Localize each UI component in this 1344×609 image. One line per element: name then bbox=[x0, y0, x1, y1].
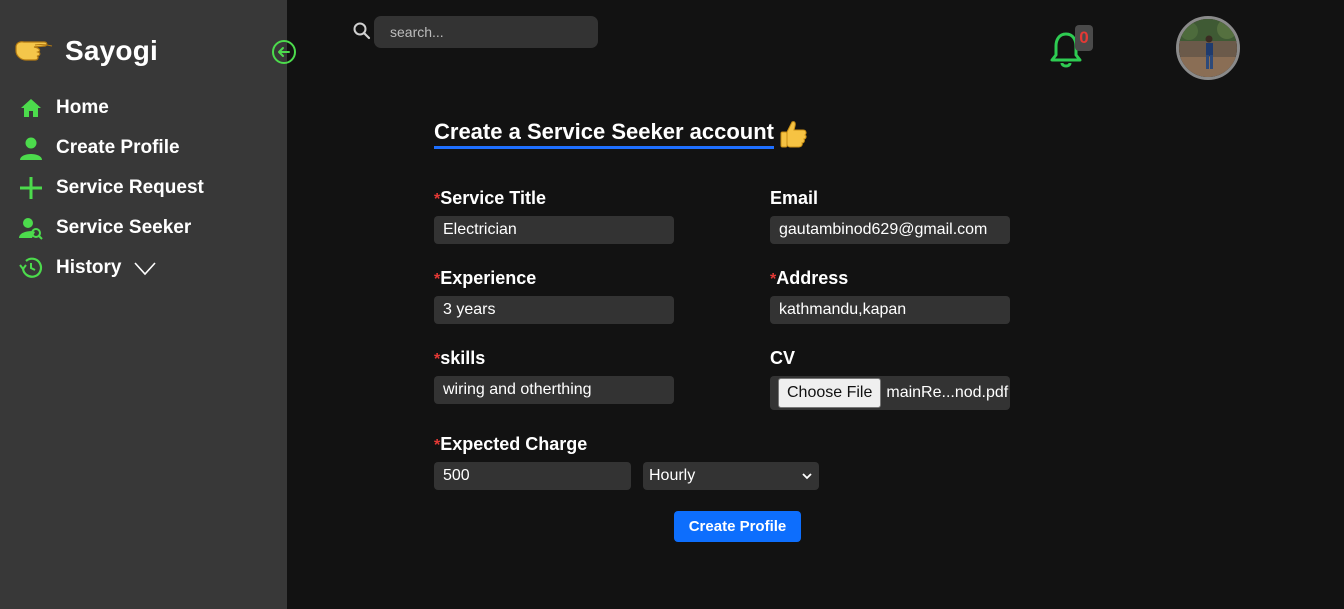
address-input[interactable] bbox=[770, 296, 1010, 324]
cv-label-text: CV bbox=[770, 348, 796, 368]
sidebar-item-history[interactable]: History bbox=[18, 248, 204, 288]
user-search-icon bbox=[18, 215, 44, 241]
create-profile-button[interactable]: Create Profile bbox=[674, 511, 801, 542]
email-label: Email bbox=[770, 188, 818, 209]
email-field[interactable] bbox=[770, 216, 1010, 244]
sidebar-item-service-request[interactable]: Service Request bbox=[18, 168, 204, 208]
address-label: *Address bbox=[770, 268, 848, 289]
address-label-text: Address bbox=[776, 268, 849, 288]
choose-file-button[interactable]: Choose File bbox=[778, 378, 882, 408]
skills-label: *skills bbox=[434, 348, 485, 369]
form-title-text: Create a Service Seeker account bbox=[434, 119, 774, 149]
email-label-text: Email bbox=[770, 188, 819, 208]
experience-label: *Experience bbox=[434, 268, 536, 289]
cv-label: CV bbox=[770, 348, 795, 369]
chevron-down-icon bbox=[802, 473, 812, 480]
skills-input[interactable] bbox=[434, 376, 674, 404]
skills-label-text: skills bbox=[440, 348, 486, 368]
plus-icon bbox=[18, 175, 44, 201]
sidebar-item-label: History bbox=[56, 257, 122, 278]
expected-charge-input[interactable] bbox=[434, 462, 631, 490]
charge-rate-select[interactable]: Hourly bbox=[643, 462, 819, 490]
sidebar: Sayogi Home Create Profile Service Reque… bbox=[0, 0, 296, 609]
user-icon bbox=[18, 135, 44, 161]
notification-count-badge: 0 bbox=[1075, 25, 1093, 51]
sidebar-item-label: Create Profile bbox=[56, 137, 180, 158]
expected-charge-label: *Expected Charge bbox=[434, 434, 587, 455]
charge-rate-selected: Hourly bbox=[649, 467, 696, 484]
collapse-sidebar-icon[interactable] bbox=[271, 39, 297, 65]
sidebar-item-label: Service Seeker bbox=[56, 217, 192, 238]
avatar[interactable] bbox=[1176, 16, 1240, 80]
sidebar-item-home[interactable]: Home bbox=[18, 88, 204, 128]
cv-file-name: mainRe...nod.pdf bbox=[886, 384, 1009, 401]
service-title-input[interactable] bbox=[434, 216, 674, 244]
search-input[interactable] bbox=[374, 16, 598, 48]
thumbs-up-icon bbox=[780, 121, 807, 148]
sidebar-item-label: Home bbox=[56, 97, 109, 118]
form-title: Create a Service Seeker account bbox=[434, 118, 810, 150]
service-title-label-text: Service Title bbox=[440, 188, 546, 208]
expected-charge-label-text: Expected Charge bbox=[440, 434, 588, 454]
sidebar-item-create-profile[interactable]: Create Profile bbox=[18, 128, 204, 168]
cv-file-input: Choose File mainRe...nod.pdf bbox=[770, 376, 1010, 410]
brand-name: Sayogi bbox=[65, 35, 159, 66]
sidebar-nav: Home Create Profile Service Request Serv… bbox=[18, 88, 204, 288]
history-icon bbox=[18, 255, 44, 281]
search-icon bbox=[353, 22, 371, 40]
brand[interactable]: Sayogi bbox=[14, 33, 158, 69]
experience-input[interactable] bbox=[434, 296, 674, 324]
sidebar-item-label: Service Request bbox=[56, 177, 204, 198]
avatar-photo bbox=[1179, 19, 1237, 77]
pointing-hand-logo-icon bbox=[15, 41, 53, 61]
service-title-label: *Service Title bbox=[434, 188, 546, 209]
chevron-down-icon[interactable] bbox=[133, 258, 157, 278]
sidebar-item-service-seeker[interactable]: Service Seeker bbox=[18, 208, 204, 248]
home-icon bbox=[18, 95, 44, 121]
experience-label-text: Experience bbox=[440, 268, 537, 288]
